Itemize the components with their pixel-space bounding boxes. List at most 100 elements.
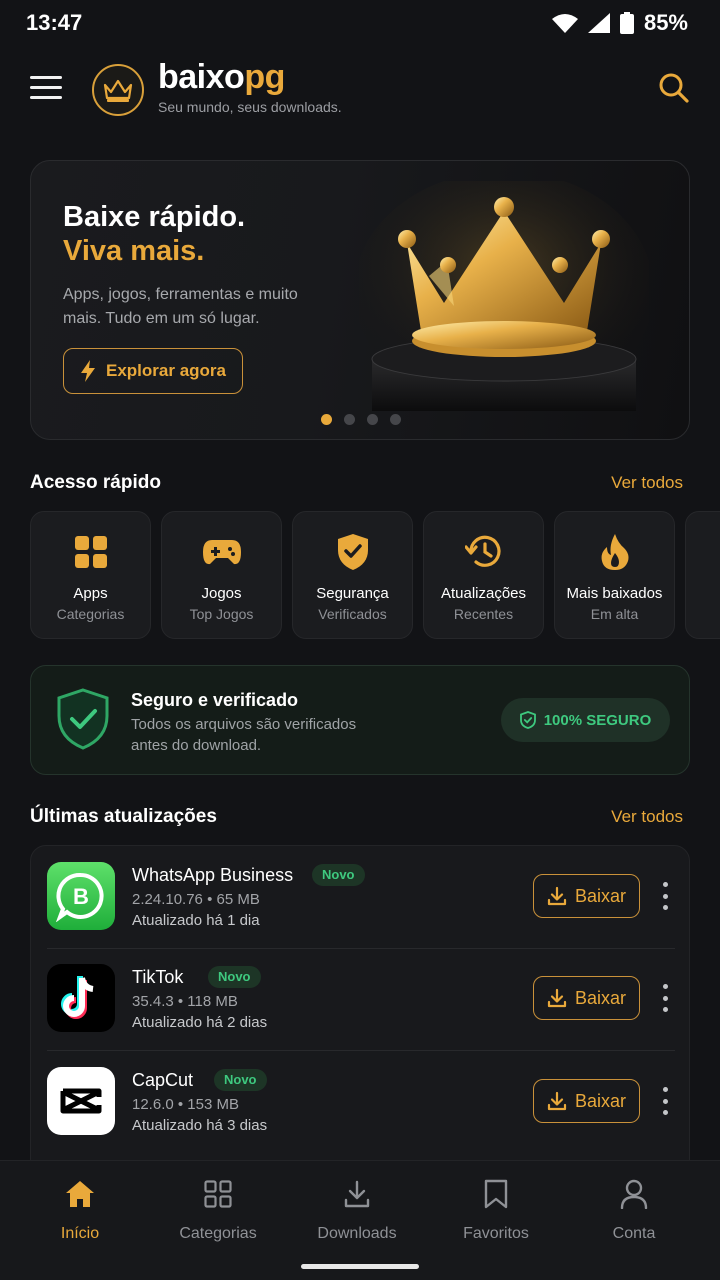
carousel-dot[interactable]	[344, 414, 355, 425]
brand-name: baixopg	[158, 58, 285, 97]
menu-icon-line	[30, 86, 62, 89]
app-updated: Atualizado há 3 dias	[132, 1117, 268, 1134]
nav-label: Downloads	[317, 1225, 397, 1242]
app-list: B WhatsApp Business Novo 2.24.10.76 • 65…	[30, 845, 690, 1175]
app-meta: 2.24.10.76 • 65 MB	[132, 891, 260, 908]
download-icon	[547, 1091, 567, 1111]
list-item[interactable]: TikTok Novo 35.4.3 • 118 MB Atualizado h…	[47, 948, 675, 1050]
quick-card-partial[interactable]	[685, 511, 720, 639]
download-icon	[547, 886, 567, 906]
download-button-label: Baixar	[574, 885, 627, 906]
nav-item-downloads[interactable]: Downloads	[287, 1177, 427, 1243]
app-name: WhatsApp Business	[132, 865, 294, 885]
hero-banner[interactable]: Baixe rápido. Viva mais. Apps, jogos, fe…	[30, 160, 690, 440]
tiktok-icon	[47, 964, 115, 1032]
gamepad-icon	[162, 532, 281, 572]
user-icon	[564, 1177, 704, 1211]
download-icon	[287, 1177, 427, 1211]
app-header: baixopg Seu mundo, seus downloads.	[0, 56, 720, 126]
explore-button[interactable]: Explorar agora	[63, 348, 243, 394]
status-bar: 13:47 85%	[0, 0, 720, 48]
quick-card-label: Jogos	[201, 585, 242, 602]
quick-card-label: Apps	[73, 585, 108, 602]
wifi-icon	[551, 14, 578, 33]
secure-badge-label: 100% SEGURO	[543, 711, 652, 729]
quick-card-updates[interactable]: Atualizações Recentes	[423, 511, 544, 639]
download-button[interactable]: Baixar	[533, 976, 640, 1020]
nav-item-favorites[interactable]: Favoritos	[426, 1177, 566, 1243]
shield-check-small-icon	[519, 711, 536, 729]
quick-card-security[interactable]: Segurança Verificados	[292, 511, 413, 639]
nav-item-account[interactable]: Conta	[564, 1177, 704, 1243]
app-updated: Atualizado há 2 dias	[132, 1014, 268, 1031]
shield-check-icon	[57, 688, 109, 750]
nav-item-categories[interactable]: Categorias	[148, 1177, 288, 1243]
quick-card-apps[interactable]: Apps Categorias	[30, 511, 151, 639]
carousel-dot[interactable]	[321, 414, 332, 425]
grid-outline-icon	[148, 1177, 288, 1211]
home-indicator[interactable]	[301, 1264, 419, 1269]
app-name: CapCut	[132, 1070, 194, 1090]
download-button-label: Baixar	[574, 1090, 627, 1111]
home-icon	[10, 1177, 150, 1211]
nav-label: Favoritos	[463, 1225, 529, 1242]
quick-card-label: Segurança	[316, 585, 389, 602]
quick-card-sub: Recentes	[453, 606, 514, 622]
download-button[interactable]: Baixar	[533, 1079, 640, 1123]
nav-item-home[interactable]: Início	[10, 1177, 150, 1243]
grid-icon	[31, 532, 150, 572]
more-options-icon[interactable]	[655, 882, 675, 910]
quick-card-label: Mais baixados	[566, 585, 663, 602]
explore-button-label: Explorar agora	[106, 361, 226, 380]
carousel-dot[interactable]	[390, 414, 401, 425]
bookmark-icon	[426, 1177, 566, 1211]
quick-card-sub: Verificados	[318, 606, 387, 622]
menu-button[interactable]	[30, 76, 62, 102]
security-title: Seguro e verificado	[131, 690, 299, 710]
hero-title-line2: Viva mais.	[63, 235, 205, 267]
nav-label: Conta	[612, 1225, 656, 1242]
quick-card-top-downloads[interactable]: Mais baixados Em alta	[554, 511, 675, 639]
quick-card-sub: Categorias	[56, 606, 125, 622]
download-button-label: Baixar	[574, 987, 627, 1008]
secure-badge: 100% SEGURO	[501, 698, 670, 742]
signal-icon	[587, 13, 610, 33]
flame-icon	[555, 532, 674, 572]
brand-name-part1: baixo	[158, 58, 245, 96]
capcut-icon	[47, 1067, 115, 1135]
security-description: Todos os arquivos são verificados antes …	[131, 716, 357, 754]
hero-title-line1: Baixe rápido.	[63, 201, 246, 233]
nav-label: Início	[60, 1225, 100, 1242]
brand-tagline: Seu mundo, seus downloads.	[158, 99, 342, 115]
crown-illustration	[359, 181, 649, 411]
new-badge: Novo	[208, 966, 261, 988]
quick-card-sub: Em alta	[590, 606, 639, 622]
more-options-icon[interactable]	[655, 1087, 675, 1115]
more-options-icon[interactable]	[655, 984, 675, 1012]
updates-title: Últimas atualizações	[30, 806, 217, 827]
quick-access-see-all-link[interactable]: Ver todos	[611, 473, 683, 493]
brand-name-part2: pg	[244, 58, 285, 96]
hero-description: Apps, jogos, ferramentas e muito mais. T…	[63, 286, 298, 327]
svg-text:B: B	[73, 884, 89, 909]
updates-see-all-link[interactable]: Ver todos	[611, 807, 683, 827]
search-button[interactable]	[656, 70, 692, 106]
new-badge: Novo	[312, 864, 365, 886]
bottom-nav: Início Categorias Downloads Favoritos Co…	[0, 1160, 720, 1280]
crown-logo-icon	[92, 64, 144, 116]
quick-card-label: Atualizações	[440, 585, 527, 602]
nav-label: Categorias	[179, 1225, 257, 1242]
battery-level: 85%	[643, 10, 688, 35]
download-button[interactable]: Baixar	[533, 874, 640, 918]
list-item[interactable]: B WhatsApp Business Novo 2.24.10.76 • 65…	[47, 846, 675, 948]
carousel-dot[interactable]	[367, 414, 378, 425]
quick-card-games[interactable]: Jogos Top Jogos	[161, 511, 282, 639]
status-time: 13:47	[26, 10, 83, 35]
quick-card-sub: Top Jogos	[189, 606, 254, 622]
new-badge: Novo	[214, 1069, 267, 1091]
list-item[interactable]: CapCut Novo 12.6.0 • 153 MB Atualizado h…	[47, 1051, 675, 1153]
whatsapp-business-icon: B	[47, 862, 115, 930]
quick-access-row[interactable]: Apps Categorias Jogos Top Jogos Seguranç…	[30, 511, 720, 641]
search-icon	[659, 73, 689, 103]
security-banner: Seguro e verificado Todos os arquivos sã…	[30, 665, 690, 775]
